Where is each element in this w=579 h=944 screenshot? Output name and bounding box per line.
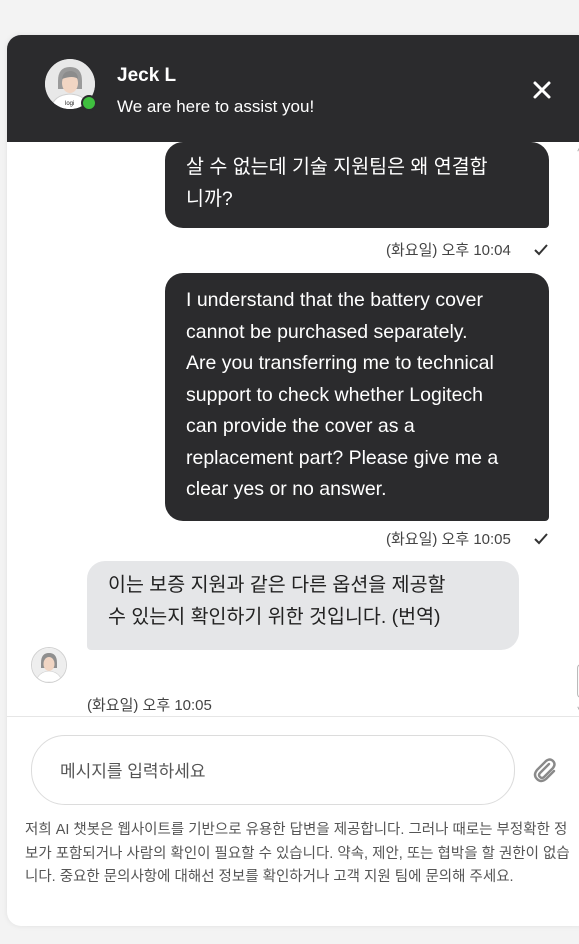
message-timestamp: (화요일) 오후 10:05 bbox=[386, 531, 511, 548]
online-status-dot bbox=[81, 95, 97, 111]
message-input[interactable] bbox=[58, 756, 492, 788]
chat-widget: logi Jeck L We are here to assist you! 살… bbox=[7, 35, 579, 926]
attach-button[interactable] bbox=[529, 755, 559, 785]
ai-disclaimer: 저희 AI 챗봇은 웹사이트를 기반으로 유용한 답변을 제공합니다. 그러나 … bbox=[25, 822, 570, 885]
bot-avatar bbox=[31, 647, 67, 683]
bot-message: 이는 보증 지원과 같은 다른 옵션을 제공할 수 있는지 확인하기 위한 것입… bbox=[87, 561, 519, 650]
message-timestamp: (화요일) 오후 10:05 bbox=[87, 697, 212, 714]
read-check-icon bbox=[534, 533, 548, 545]
agent-avatar: logi bbox=[45, 59, 97, 111]
agent-subtitle: We are here to assist you! bbox=[117, 97, 315, 116]
read-check-icon bbox=[534, 244, 548, 256]
message-list[interactable]: 살 수 없는데 기술 지원팀은 왜 연결합 니까? (화요일) 오후 10:04… bbox=[7, 142, 579, 716]
chat-header: logi Jeck L We are here to assist you! bbox=[7, 35, 579, 142]
close-button[interactable] bbox=[529, 77, 555, 103]
agent-name: Jeck L bbox=[117, 65, 177, 86]
message-input-container[interactable] bbox=[31, 735, 515, 805]
paperclip-icon bbox=[533, 758, 556, 783]
message-timestamp: (화요일) 오후 10:04 bbox=[386, 242, 511, 259]
user-message: 살 수 없는데 기술 지원팀은 왜 연결합 니까? bbox=[165, 142, 549, 228]
composer-divider bbox=[7, 716, 579, 717]
user-message: I understand that the battery cover cann… bbox=[165, 273, 549, 521]
avatar-logo-text: logi bbox=[65, 101, 74, 107]
close-icon bbox=[533, 81, 551, 99]
